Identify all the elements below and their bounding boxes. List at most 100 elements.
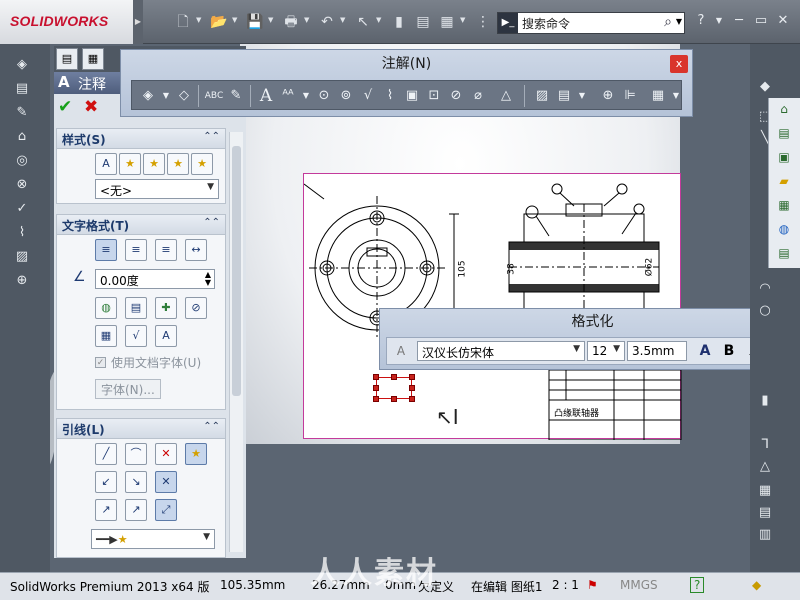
datum-feature-icon[interactable]: A xyxy=(155,325,177,347)
search-input[interactable]: 搜索命令 xyxy=(522,15,570,32)
add-style-icon[interactable]: ★ xyxy=(119,153,141,175)
geometric-tolerance-icon[interactable]: ▦ xyxy=(95,325,117,347)
block-icon[interactable]: ▤ xyxy=(554,86,574,106)
geometric-tolerance-icon[interactable]: ▣ xyxy=(402,86,422,106)
link-property-icon[interactable]: ▤ xyxy=(125,297,147,319)
annotation-toolbar[interactable]: 注解(N) x ◈ ▼ ◇ ABC ✎ A ᴬᴬ ▼ ⊙ ⊚ √ ⌇ ▣ ⊡ ⊘… xyxy=(120,49,693,117)
align-left-icon[interactable]: ≡ xyxy=(95,239,117,261)
center-mark-icon[interactable]: ⊕ xyxy=(598,86,618,106)
block-dropdown-icon[interactable]: ▼ xyxy=(572,86,592,106)
help-dropdown-icon[interactable]: ▼ xyxy=(710,12,728,30)
new-dropdown-icon[interactable]: ▼ xyxy=(196,16,204,24)
surface-finish-icon[interactable]: ✓ xyxy=(12,200,32,218)
menu-expand-arrow-icon[interactable]: ▶ xyxy=(133,0,143,44)
search-icon[interactable]: ⌕ xyxy=(664,14,672,30)
collapse-icon[interactable]: ⌃⌃ xyxy=(203,131,220,142)
justify-icon[interactable]: ↔ xyxy=(185,239,207,261)
font-button[interactable]: 字体(N)... xyxy=(95,379,161,399)
format-toolbar[interactable]: 格式化 A 汉仪长仿宋体 ▼ 12 ▼ 3.5mm A B I U S xyxy=(379,308,800,370)
auto-leader-icon[interactable]: ★ xyxy=(185,443,207,465)
weld-symbol-icon[interactable]: ⌇ xyxy=(12,224,32,242)
balloon-icon[interactable]: ◎ xyxy=(12,152,32,170)
ok-button[interactable]: ✔ xyxy=(58,97,72,117)
surface-finish-symbol-icon[interactable]: √ xyxy=(125,325,147,347)
style-section-header[interactable]: 样式(S) ⌃⌃ xyxy=(57,129,225,149)
datum-target-icon[interactable]: ⊘ xyxy=(446,86,466,106)
help-icon[interactable]: ? xyxy=(690,577,705,593)
no-leader-icon[interactable]: ✕ xyxy=(155,443,177,465)
close-icon[interactable]: x xyxy=(670,55,688,73)
collapse-icon[interactable]: ⌃⌃ xyxy=(203,421,220,432)
options-dropdown-icon[interactable]: ▼ xyxy=(460,16,468,24)
linear-note-pattern-icon[interactable]: ᴬᴬ xyxy=(278,86,298,106)
dimension-diameter-62[interactable]: Ø62 xyxy=(644,258,654,277)
surface-finish-icon[interactable]: √ xyxy=(358,86,378,106)
dimension-105[interactable]: 105 xyxy=(458,260,468,277)
dimension-38[interactable]: 38 xyxy=(507,263,517,274)
sketch-fillet-icon[interactable]: ᒣ xyxy=(756,436,774,454)
save-icon[interactable]: 💾 xyxy=(244,12,266,32)
file-explorer-icon[interactable]: ▣ xyxy=(775,148,793,166)
hatch-icon[interactable]: ▨ xyxy=(12,248,32,266)
property-manager-tab[interactable]: ▦ xyxy=(82,48,104,70)
align-center-icon[interactable]: ≡ xyxy=(125,239,147,261)
format-painter-icon[interactable]: ⌂ xyxy=(12,128,32,146)
save-style-icon[interactable]: ★ xyxy=(167,153,189,175)
cancel-button[interactable]: ✖ xyxy=(84,97,98,117)
table-icon[interactable]: ▤ xyxy=(756,504,774,522)
text-height-input[interactable]: 3.5mm xyxy=(627,341,687,361)
note-handle[interactable] xyxy=(391,374,397,380)
font-icon[interactable]: A xyxy=(391,341,411,361)
drawing-sheet[interactable]: 105 38 Ø62 凸缘联轴器 xyxy=(303,173,682,440)
auto-balloon-icon[interactable]: ⊗ xyxy=(12,176,32,194)
auto-balloon-icon[interactable]: ⊚ xyxy=(336,86,356,106)
table-dropdown-icon[interactable]: ▼ xyxy=(666,86,686,106)
folder-icon[interactable]: ▰ xyxy=(775,172,793,190)
save-dropdown-icon[interactable]: ▼ xyxy=(268,16,276,24)
pm-scrollbar[interactable] xyxy=(229,132,243,552)
leader-straight-icon[interactable]: ╱ xyxy=(95,443,117,465)
lock-symbol-icon[interactable]: ⊘ xyxy=(185,297,207,319)
triangle-icon[interactable]: △ xyxy=(756,458,774,476)
view-orientation-icon[interactable]: ◆ xyxy=(756,78,774,96)
datum-feature-icon[interactable]: ⊡ xyxy=(424,86,444,106)
model-items-icon[interactable]: ▤ xyxy=(12,80,32,98)
leader-left-icon[interactable]: ↙ xyxy=(95,471,117,493)
angle-input[interactable]: 0.00度 ▲ ▼ xyxy=(95,269,215,289)
resources-icon[interactable]: ⌂ xyxy=(775,100,793,118)
leader-right-icon[interactable]: ↘ xyxy=(125,471,147,493)
weld-symbol-icon[interactable]: ⌇ xyxy=(380,86,400,106)
insert-hyperlink-icon[interactable]: ◍ xyxy=(95,297,117,319)
note-handle[interactable] xyxy=(373,374,379,380)
circle-icon[interactable]: ○ xyxy=(756,302,774,320)
open-icon[interactable]: 📂 xyxy=(208,12,230,32)
pattern-icon[interactable]: ▥ xyxy=(756,526,774,544)
table-icon[interactable]: ▦ xyxy=(648,86,668,106)
arc-icon[interactable]: ◠ xyxy=(756,280,774,298)
restore-icon[interactable]: ▭ xyxy=(752,12,770,30)
tag-icon[interactable]: ◆ xyxy=(752,578,761,592)
format-painter-icon[interactable]: ✎ xyxy=(226,86,246,106)
leader-straight-arrow-icon[interactable]: ↗ xyxy=(95,499,117,521)
spin-arrows-icon[interactable]: ▲ ▼ xyxy=(205,271,211,287)
note-handle[interactable] xyxy=(391,396,397,402)
open-dropdown-icon[interactable]: ▼ xyxy=(232,16,240,24)
minimize-icon[interactable]: ─ xyxy=(730,12,748,30)
note-handle[interactable] xyxy=(409,374,415,380)
note-dropdown-icon[interactable]: ▼ xyxy=(296,86,316,106)
apply-style-icon[interactable]: A xyxy=(95,153,117,175)
area-hatch-icon[interactable]: ▨ xyxy=(532,86,552,106)
spell-checker-icon[interactable]: ABC xyxy=(204,86,224,106)
unit-system[interactable]: MMGS xyxy=(620,578,658,592)
leader-header[interactable]: 引线(L) ⌃⌃ xyxy=(57,419,225,439)
leader-nearest-icon[interactable]: ✕ xyxy=(155,471,177,493)
center-mark-icon[interactable]: ⊕ xyxy=(12,272,32,290)
options-icon[interactable]: ▦ xyxy=(436,12,458,32)
align-right-icon[interactable]: ≡ xyxy=(155,239,177,261)
font-size-select[interactable]: 12 ▼ xyxy=(587,341,625,361)
search-commands-box[interactable]: ▶_ 搜索命令 ⌕ ▼ xyxy=(497,12,685,34)
smart-dimension-icon[interactable]: ◈ xyxy=(138,86,158,106)
mirror-icon[interactable]: ▮ xyxy=(756,392,774,410)
solidworks-logo[interactable]: SOLIDWORKS xyxy=(0,0,133,44)
rebuild-icon[interactable]: ▮ xyxy=(388,12,410,32)
